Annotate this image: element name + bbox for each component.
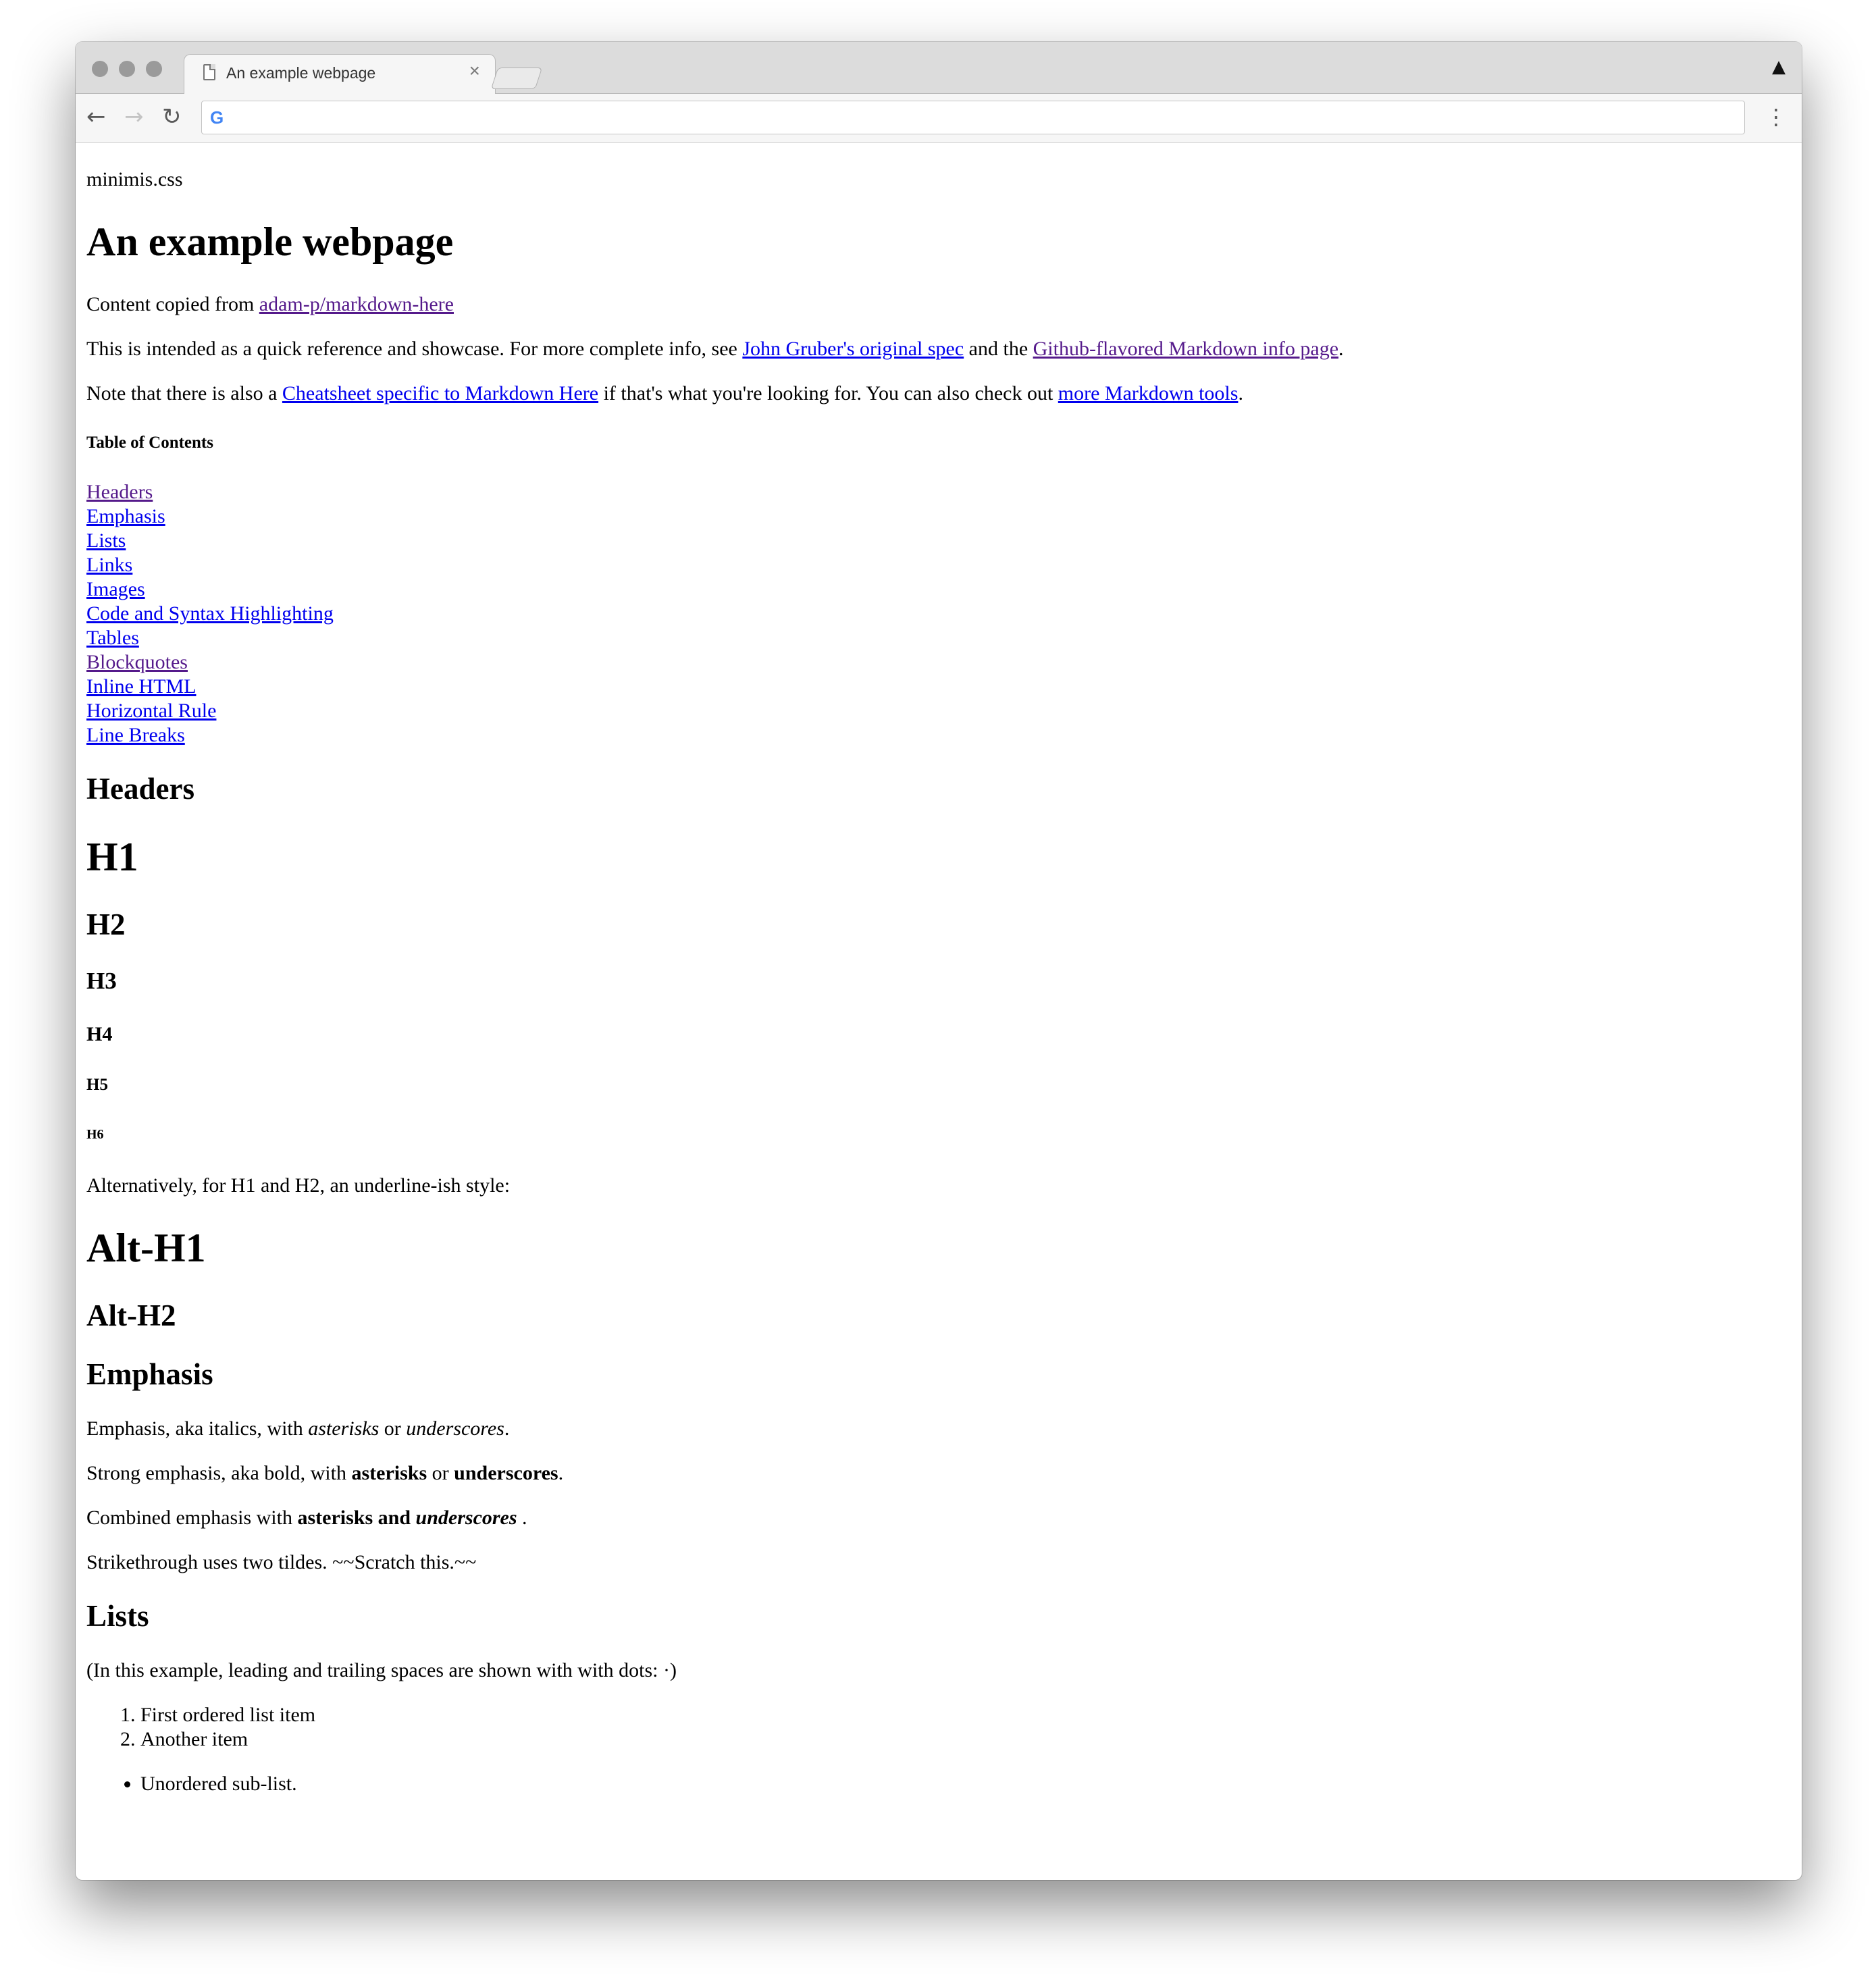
toc-link-horizontal-rule[interactable]: Horizontal Rule xyxy=(86,699,1802,723)
toc-link-lists[interactable]: Lists xyxy=(86,529,1802,553)
toc-link-emphasis[interactable]: Emphasis xyxy=(86,504,1802,529)
alt-style-text: Alternatively, for H1 and H2, an underli… xyxy=(86,1174,511,1197)
combined-end: . xyxy=(517,1507,527,1529)
tab-active[interactable]: An example webpage × xyxy=(184,54,496,95)
italics-end: . xyxy=(504,1417,510,1440)
minimize-window-button[interactable] xyxy=(119,61,135,77)
italics-paragraph: Emphasis, aka italics, with asterisks or… xyxy=(86,1417,1802,1441)
new-tab-button[interactable] xyxy=(490,68,543,89)
note-text-1: Note that there is also a xyxy=(86,382,282,404)
combined-bold: asterisks and underscores xyxy=(297,1507,517,1529)
sample-h3: H3 xyxy=(86,967,117,994)
italics-or: or xyxy=(379,1417,407,1440)
italic-underscores: underscores xyxy=(406,1417,504,1440)
sample-h4: H4 xyxy=(86,1022,113,1045)
tab-close-icon[interactable]: × xyxy=(469,61,480,80)
browser-toolbar: ← → ↻ G ⋮ xyxy=(76,94,1802,143)
source-text: Content copied from xyxy=(86,293,259,315)
browser-menu-icon[interactable]: ⋮ xyxy=(1765,103,1787,130)
sample-h2: H2 xyxy=(86,907,126,941)
markdown-tools-link[interactable]: more Markdown tools xyxy=(1058,382,1239,404)
bold-asterisks: asterisks xyxy=(351,1462,427,1484)
combined-bold-italic: underscores xyxy=(415,1507,517,1529)
address-bar[interactable]: G xyxy=(201,101,1745,134)
tab-strip: An example webpage × ▲ xyxy=(76,42,1802,95)
list-item: Unordered sub-list. xyxy=(140,1772,1802,1796)
combined-text: Combined emphasis with xyxy=(86,1507,298,1529)
toc-link-headers[interactable]: Headers xyxy=(86,480,1802,504)
bold-or: or xyxy=(427,1462,454,1484)
note-text-3: . xyxy=(1238,382,1243,404)
github-markdown-link[interactable]: Github-flavored Markdown info page xyxy=(1033,338,1338,360)
toc-link-blockquotes[interactable]: Blockquotes xyxy=(86,650,1802,675)
toc-link-line-breaks[interactable]: Line Breaks xyxy=(86,723,1802,748)
back-arrow-icon[interactable]: ← xyxy=(86,103,106,130)
cheatsheet-link[interactable]: Cheatsheet specific to Markdown Here xyxy=(282,382,598,404)
italic-asterisks: asterisks xyxy=(308,1417,380,1440)
page-title: An example webpage xyxy=(86,219,454,264)
bold-end: . xyxy=(558,1462,564,1484)
sample-alt-h2: Alt-H2 xyxy=(86,1298,176,1332)
toc-link-code[interactable]: Code and Syntax Highlighting xyxy=(86,602,1802,626)
toc-link-inline-html[interactable]: Inline HTML xyxy=(86,675,1802,699)
toc-link-images[interactable]: Images xyxy=(86,577,1802,602)
bold-text: Strong emphasis, aka bold, with xyxy=(86,1462,352,1484)
table-of-contents: Headers Emphasis Lists Links Images Code… xyxy=(86,480,1802,748)
combined-bold-text: asterisks and xyxy=(297,1507,416,1529)
note-paragraph: Note that there is also a Cheatsheet spe… xyxy=(86,382,1802,406)
strikethrough-paragraph: Strikethrough uses two tildes. ~~Scratch… xyxy=(86,1551,477,1573)
tab-title: An example webpage xyxy=(226,64,376,82)
site-brand: minimis.css xyxy=(86,168,183,190)
intro-text-2: and the xyxy=(964,338,1033,360)
profile-icon[interactable]: ▲ xyxy=(1772,57,1786,77)
intro-text-1: This is intended as a quick reference an… xyxy=(86,338,743,360)
note-text-2: if that's what you're looking for. You c… xyxy=(598,382,1058,404)
list-item: Another item xyxy=(140,1727,1802,1752)
ordered-list: First ordered list item Another item xyxy=(86,1703,1802,1752)
section-headers-heading: Headers xyxy=(86,772,194,806)
zoom-window-button[interactable] xyxy=(146,61,162,77)
bold-paragraph: Strong emphasis, aka bold, with asterisk… xyxy=(86,1461,1802,1486)
lists-note: (In this example, leading and trailing s… xyxy=(86,1658,677,1681)
sample-h5: H5 xyxy=(86,1075,108,1094)
toc-link-tables[interactable]: Tables xyxy=(86,626,1802,650)
list-item: First ordered list item xyxy=(140,1703,1802,1727)
section-lists-heading: Lists xyxy=(86,1599,149,1633)
sample-alt-h1: Alt-H1 xyxy=(86,1225,206,1270)
gruber-spec-link[interactable]: John Gruber's original spec xyxy=(742,338,964,360)
sample-h6: H6 xyxy=(86,1126,104,1142)
toc-link-links[interactable]: Links xyxy=(86,553,1802,577)
unordered-list: Unordered sub-list. xyxy=(86,1772,1802,1796)
source-paragraph: Content copied from adam-p/markdown-here xyxy=(86,292,1802,317)
page-icon xyxy=(203,64,215,80)
sample-h1: H1 xyxy=(86,834,138,879)
bold-underscores: underscores xyxy=(454,1462,558,1484)
section-emphasis-heading: Emphasis xyxy=(86,1357,213,1392)
google-icon: G xyxy=(210,107,224,128)
source-link[interactable]: adam-p/markdown-here xyxy=(259,293,454,315)
combined-paragraph: Combined emphasis with asterisks and und… xyxy=(86,1506,1802,1530)
close-window-button[interactable] xyxy=(92,61,108,77)
toc-heading: Table of Contents xyxy=(86,434,213,452)
forward-arrow-icon[interactable]: → xyxy=(124,103,144,130)
intro-text-3: . xyxy=(1338,338,1344,360)
page-content: minimis.css An example webpage Content c… xyxy=(86,143,1802,1880)
italics-text: Emphasis, aka italics, with xyxy=(86,1417,309,1440)
intro-paragraph: This is intended as a quick reference an… xyxy=(86,337,1802,361)
reload-icon[interactable]: ↻ xyxy=(162,103,182,130)
browser-window: An example webpage × ▲ ← → ↻ G ⋮ minimis… xyxy=(76,42,1802,1880)
